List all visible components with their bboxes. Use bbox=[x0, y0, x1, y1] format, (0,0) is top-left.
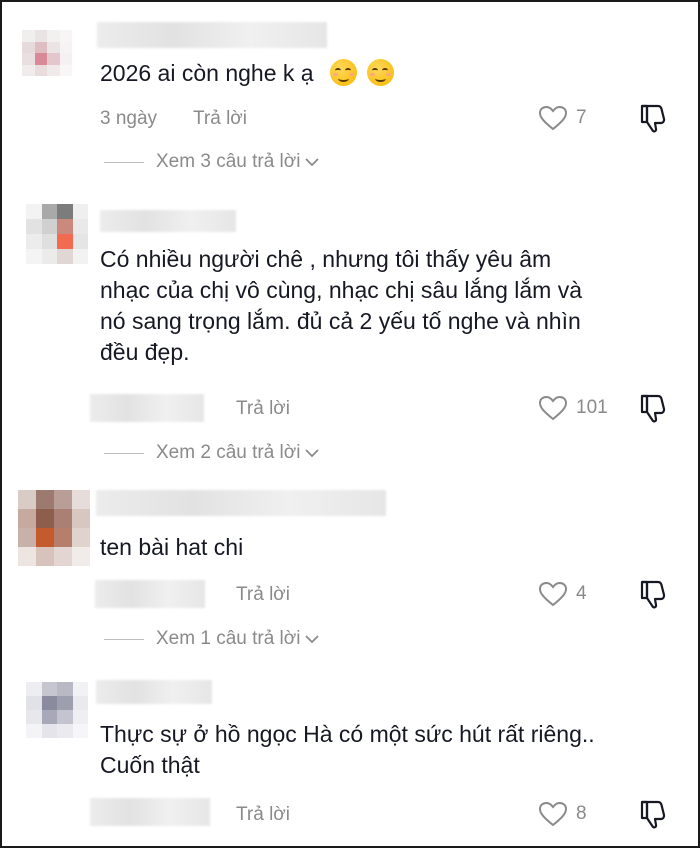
smiling-face-icon bbox=[329, 59, 357, 86]
avatar[interactable] bbox=[26, 204, 88, 264]
divider bbox=[104, 638, 144, 640]
dislike-icon[interactable] bbox=[638, 392, 668, 424]
comment-time-redacted bbox=[95, 580, 205, 608]
reply-button[interactable]: Trả lời bbox=[193, 108, 247, 130]
avatar[interactable] bbox=[18, 490, 90, 566]
divider bbox=[104, 161, 144, 163]
chevron-down-icon bbox=[305, 158, 320, 167]
comment-time-redacted bbox=[90, 798, 210, 826]
dislike-icon[interactable] bbox=[638, 578, 668, 610]
like-count: 7 bbox=[576, 107, 587, 128]
avatar[interactable] bbox=[26, 682, 88, 738]
username-redacted bbox=[100, 210, 236, 232]
heart-icon bbox=[538, 395, 568, 421]
like-count: 8 bbox=[576, 803, 587, 824]
comment-time: 3 ngày bbox=[100, 108, 158, 129]
chevron-down-icon bbox=[305, 635, 320, 644]
like-count: 4 bbox=[576, 583, 587, 604]
like-count: 101 bbox=[576, 397, 608, 418]
like-button[interactable]: 101 bbox=[538, 394, 608, 422]
chevron-down-icon bbox=[305, 449, 320, 458]
avatar[interactable] bbox=[22, 30, 72, 76]
like-button[interactable]: 7 bbox=[538, 104, 587, 132]
username-redacted bbox=[96, 490, 386, 516]
dislike-icon[interactable] bbox=[638, 102, 668, 134]
smiling-face-icon bbox=[367, 59, 395, 86]
view-replies-button[interactable]: Xem 3 câu trả lời bbox=[104, 151, 320, 173]
view-replies-button[interactable]: Xem 2 câu trả lời bbox=[104, 442, 320, 464]
comment-text: Thực sự ở hồ ngọc Hà có một sức hút rất … bbox=[100, 721, 595, 778]
comment-text: 2026 ai còn nghe k ạ bbox=[100, 58, 395, 89]
like-button[interactable]: 4 bbox=[538, 580, 587, 608]
comment-time-redacted bbox=[90, 394, 204, 422]
heart-icon bbox=[538, 801, 568, 827]
like-button[interactable]: 8 bbox=[538, 800, 587, 828]
reply-button[interactable]: Trả lời bbox=[236, 584, 290, 606]
heart-icon bbox=[538, 581, 568, 607]
username-redacted bbox=[96, 680, 212, 704]
comment-text: ten bài hat chi bbox=[100, 534, 244, 560]
divider bbox=[104, 452, 144, 454]
view-replies-button[interactable]: Xem 1 câu trả lời bbox=[104, 628, 320, 650]
reply-button[interactable]: Trả lời bbox=[236, 804, 290, 826]
heart-icon bbox=[538, 105, 568, 131]
comment-text: Có nhiều người chê , nhưng tôi thấy yêu … bbox=[100, 246, 583, 365]
username-redacted bbox=[97, 22, 327, 48]
dislike-icon[interactable] bbox=[638, 798, 668, 830]
reply-button[interactable]: Trả lời bbox=[236, 398, 290, 420]
